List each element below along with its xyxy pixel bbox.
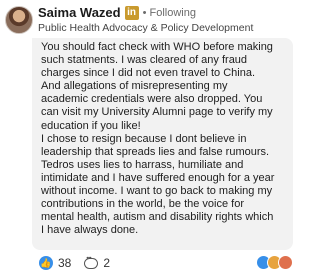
author-name[interactable]: Saima Wazed [38,5,121,20]
comment-line: without income. I want to go back to mak… [41,185,273,198]
reaction-count[interactable]: 38 [58,256,71,270]
reply-count[interactable]: 2 [103,256,110,270]
comment-line: intimidate and I have suffered enough fo… [41,171,275,184]
avatar[interactable] [5,6,33,34]
comment-line: mental health, autism and disability rig… [41,211,274,224]
author-headline: Public Health Advocacy & Policy Developm… [38,22,254,34]
comment-line: education if you like! [41,119,141,132]
comment-line: contributions in the world, be the voice… [41,198,245,211]
comment-line: such statments. I was cleared of any fra… [41,54,248,67]
linkedin-premium-icon: in [124,5,139,20]
reaction-stack[interactable] [256,255,293,270]
comment-line: academic credentials were also dropped. … [41,93,263,106]
comment-line: leadership that spreads lies and false r… [41,145,270,158]
comment-line: Tedros uses lies to harrass, humiliate a… [41,158,244,171]
comment-line: charges since I did not even travel to C… [41,67,256,80]
author-row: Saima Wazed in • Following [38,5,196,20]
comment-line: I chose to resign because I dont believe… [41,132,247,145]
comment-icon[interactable] [84,256,99,269]
like-icon[interactable]: 👍 [39,256,53,270]
comment-line: And allegations of misrepresenting my [41,80,228,93]
comment-line: You should fact check with WHO before ma… [41,41,273,53]
following-status: • Following [142,6,196,19]
comment-line: I have always done. [41,224,139,237]
comment-line: can visit my University Alumni page to v… [41,106,273,119]
support-icon [278,255,293,270]
comment-text: You should fact check with WHO before ma… [41,41,293,237]
comment-actions: 👍 38 2 [39,256,110,270]
